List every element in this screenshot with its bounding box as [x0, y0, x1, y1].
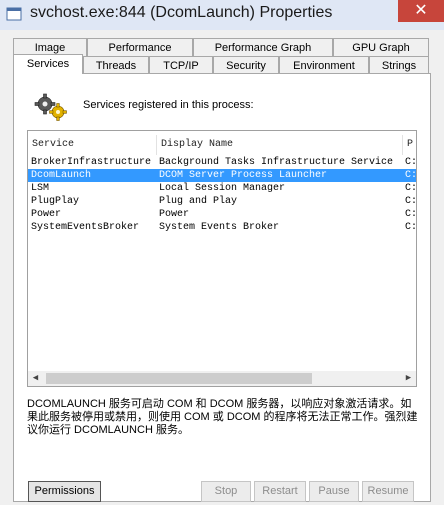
- pause-button[interactable]: Pause: [309, 481, 359, 502]
- row-path: C:: [405, 222, 416, 233]
- row-path: C:: [405, 183, 416, 194]
- row-path: C:: [405, 209, 416, 220]
- tab-strings[interactable]: Strings: [369, 56, 429, 74]
- service-description: DCOMLAUNCH 服务可启动 COM 和 DCOM 服务器，以响应对象激活请…: [27, 398, 418, 436]
- row-display-name: Plug and Play: [159, 196, 238, 207]
- list-row[interactable]: SystemEventsBroker System Events Broker …: [28, 221, 416, 234]
- tab-security[interactable]: Security: [213, 56, 279, 74]
- row-display-name: Local Session Manager: [159, 183, 286, 194]
- list-row[interactable]: Power Power C:: [28, 208, 416, 221]
- row-service-name: PlugPlay: [31, 196, 80, 207]
- title-bar: svchost.exe:844 (DcomLaunch) Properties …: [0, 0, 444, 30]
- row-service-name: Power: [31, 209, 62, 220]
- tab-threads[interactable]: Threads: [83, 56, 149, 74]
- tab-performance-graph[interactable]: Performance Graph: [193, 38, 333, 56]
- permissions-button[interactable]: Permissions: [28, 481, 101, 502]
- gears-icon: [34, 93, 67, 121]
- scroll-left-icon[interactable]: ◀: [28, 371, 43, 386]
- list-row[interactable]: LSM Local Session Manager C:: [28, 182, 416, 195]
- services-list[interactable]: Service Display Name P BrokerInfrastruct…: [27, 130, 417, 387]
- resume-button[interactable]: Resume: [362, 481, 414, 502]
- row-service-name: LSM: [31, 183, 50, 194]
- tab-performance[interactable]: Performance: [87, 38, 193, 56]
- row-display-name: DCOM Server Process Launcher: [159, 170, 328, 181]
- close-icon: ✕: [414, 2, 428, 19]
- row-service-name: BrokerInfrastructure: [31, 157, 152, 168]
- column-header-service[interactable]: Service: [28, 135, 157, 155]
- scroll-right-icon[interactable]: ▶: [401, 371, 416, 386]
- list-row-selected[interactable]: DcomLaunch DCOM Server Process Launcher …: [28, 169, 416, 182]
- window-title: svchost.exe:844 (DcomLaunch) Properties: [30, 4, 333, 21]
- horizontal-scrollbar[interactable]: ◀ ▶: [28, 371, 416, 386]
- list-row[interactable]: BrokerInfrastructure Background Tasks In…: [28, 156, 416, 169]
- restart-button[interactable]: Restart: [254, 481, 306, 502]
- tab-tcpip[interactable]: TCP/IP: [149, 56, 213, 74]
- row-service-name: DcomLaunch: [31, 170, 92, 181]
- app-window-icon: [6, 7, 22, 21]
- row-service-name: SystemEventsBroker: [31, 222, 140, 233]
- tab-environment[interactable]: Environment: [279, 56, 369, 74]
- list-row[interactable]: PlugPlay Plug and Play C:: [28, 195, 416, 208]
- row-path: C:: [405, 170, 416, 181]
- scrollbar-thumb[interactable]: [46, 373, 312, 384]
- row-path: C:: [405, 196, 416, 207]
- list-header: Service Display Name P: [28, 135, 416, 155]
- tab-gpu-graph[interactable]: GPU Graph: [333, 38, 429, 56]
- services-intro-label: Services registered in this process:: [83, 99, 254, 111]
- close-button[interactable]: ✕: [398, 0, 444, 22]
- row-display-name: Background Tasks Infrastructure Service: [159, 157, 394, 168]
- row-display-name: Power: [159, 209, 190, 220]
- column-header-path[interactable]: P: [403, 135, 416, 155]
- tab-services[interactable]: Services: [13, 54, 83, 74]
- row-display-name: System Events Broker: [159, 222, 280, 233]
- stop-button[interactable]: Stop: [201, 481, 251, 502]
- row-path: C:: [405, 157, 416, 168]
- column-header-display-name[interactable]: Display Name: [157, 135, 403, 155]
